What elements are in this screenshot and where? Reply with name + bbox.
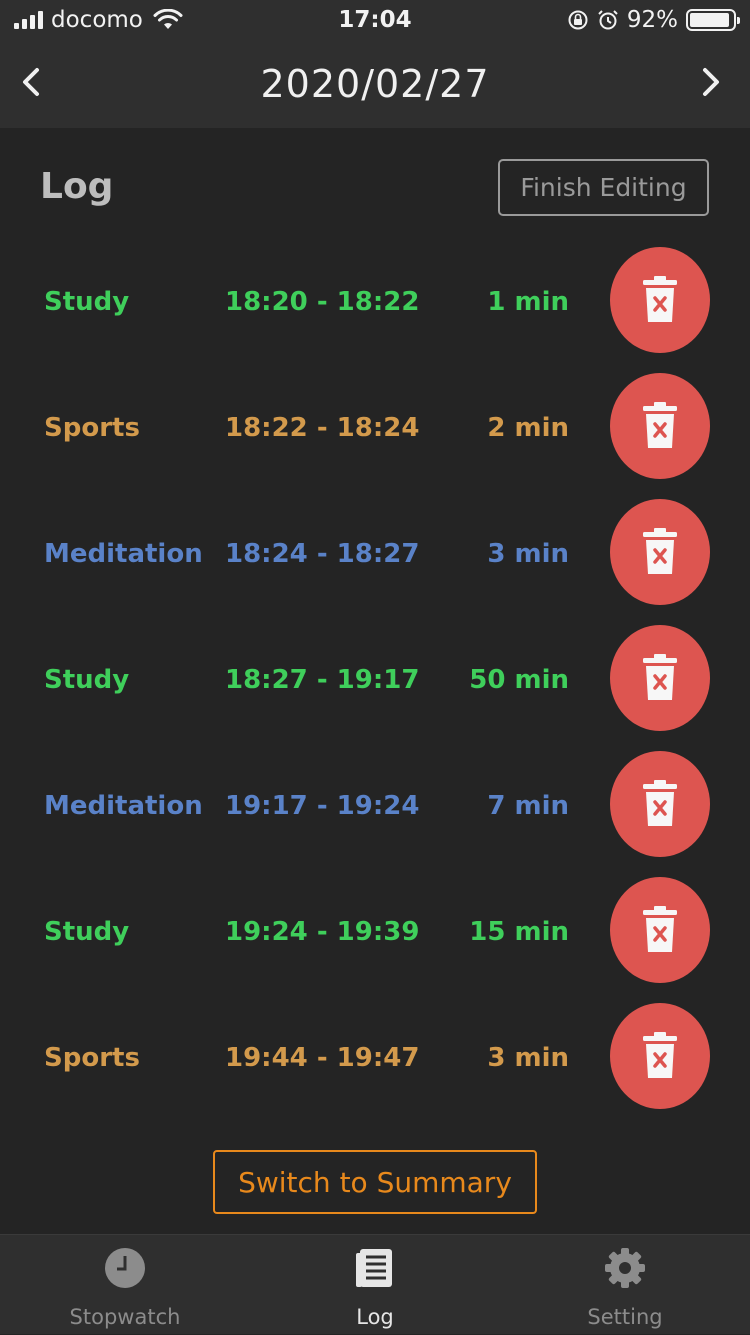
log-duration: 2 min [487,413,569,443]
log-duration: 1 min [487,287,569,317]
log-list[interactable]: Study 18:20 - 18:22 1 min Sports 18:22 - 18:… [0,247,750,1129]
delete-entry-button[interactable] [610,751,710,857]
tab-label: Setting [587,1305,663,1329]
log-duration: 3 min [487,539,569,569]
document-icon [356,1249,392,1287]
log-time-range: 18:22 - 18:24 [225,413,420,443]
tab-stopwatch[interactable]: Stopwatch [0,1235,250,1335]
battery-percent: 92% [626,7,678,33]
chevron-right-icon [703,68,719,96]
delete-entry-button[interactable] [610,247,710,353]
clock-icon [105,1248,145,1288]
log-duration: 15 min [469,917,569,947]
tab-bar: Stopwatch Log Setting [0,1234,750,1334]
finish-editing-button[interactable]: Finish Editing [498,159,709,216]
log-duration: 3 min [487,1043,569,1073]
orientation-lock-icon [568,10,588,30]
delete-entry-button[interactable] [610,877,710,983]
tab-log[interactable]: Log [250,1235,500,1335]
log-category: Sports [44,1043,140,1073]
log-category: Study [44,665,130,695]
log-entry-row: Sports 18:22 - 18:24 2 min [0,373,750,499]
trash-icon [643,906,677,952]
log-category: Meditation [44,791,203,821]
log-category: Study [44,287,130,317]
next-day-button[interactable] [690,62,730,102]
trash-icon [643,276,677,322]
current-date: 2020/02/27 [260,62,490,106]
log-category: Study [44,917,130,947]
date-nav-bar: 2020/02/27 [0,40,750,128]
delete-entry-button[interactable] [610,1003,710,1109]
battery-icon [686,9,740,31]
log-time-range: 19:17 - 19:24 [225,791,420,821]
log-entry-row: Study 19:24 - 19:39 15 min [0,877,750,1003]
log-entry-row: Sports 19:44 - 19:47 3 min [0,1003,750,1129]
log-entry-row: Meditation 18:24 - 18:27 3 min [0,499,750,625]
log-time-range: 19:44 - 19:47 [225,1043,420,1073]
delete-entry-button[interactable] [610,499,710,605]
tab-label: Log [356,1305,394,1329]
log-duration: 50 min [469,665,569,695]
log-time-range: 18:27 - 19:17 [225,665,420,695]
page-title: Log [40,166,114,207]
status-right: 92% [567,7,740,33]
trash-icon [643,654,677,700]
trash-icon [643,1032,677,1078]
switch-to-summary-button[interactable]: Switch to Summary [213,1150,537,1214]
log-time-range: 18:20 - 18:22 [225,287,420,317]
alarm-icon [598,10,618,30]
log-duration: 7 min [487,791,569,821]
log-time-range: 19:24 - 19:39 [225,917,420,947]
tab-setting[interactable]: Setting [500,1235,750,1335]
tab-label: Stopwatch [69,1305,181,1329]
status-bar: docomo 17:04 92% [0,0,750,40]
log-category: Sports [44,413,140,443]
log-category: Meditation [44,539,203,569]
log-entry-row: Study 18:20 - 18:22 1 min [0,247,750,373]
log-entry-row: Study 18:27 - 19:17 50 min [0,625,750,751]
log-time-range: 18:24 - 18:27 [225,539,420,569]
gear-icon [605,1248,645,1288]
delete-entry-button[interactable] [610,373,710,479]
trash-icon [643,780,677,826]
trash-icon [643,528,677,574]
battery-fill [690,13,729,27]
log-content: Log Finish Editing Study 18:20 - 18:22 1 m… [0,128,750,1234]
delete-entry-button[interactable] [610,625,710,731]
log-entry-row: Meditation 19:17 - 19:24 7 min [0,751,750,877]
trash-icon [643,402,677,448]
